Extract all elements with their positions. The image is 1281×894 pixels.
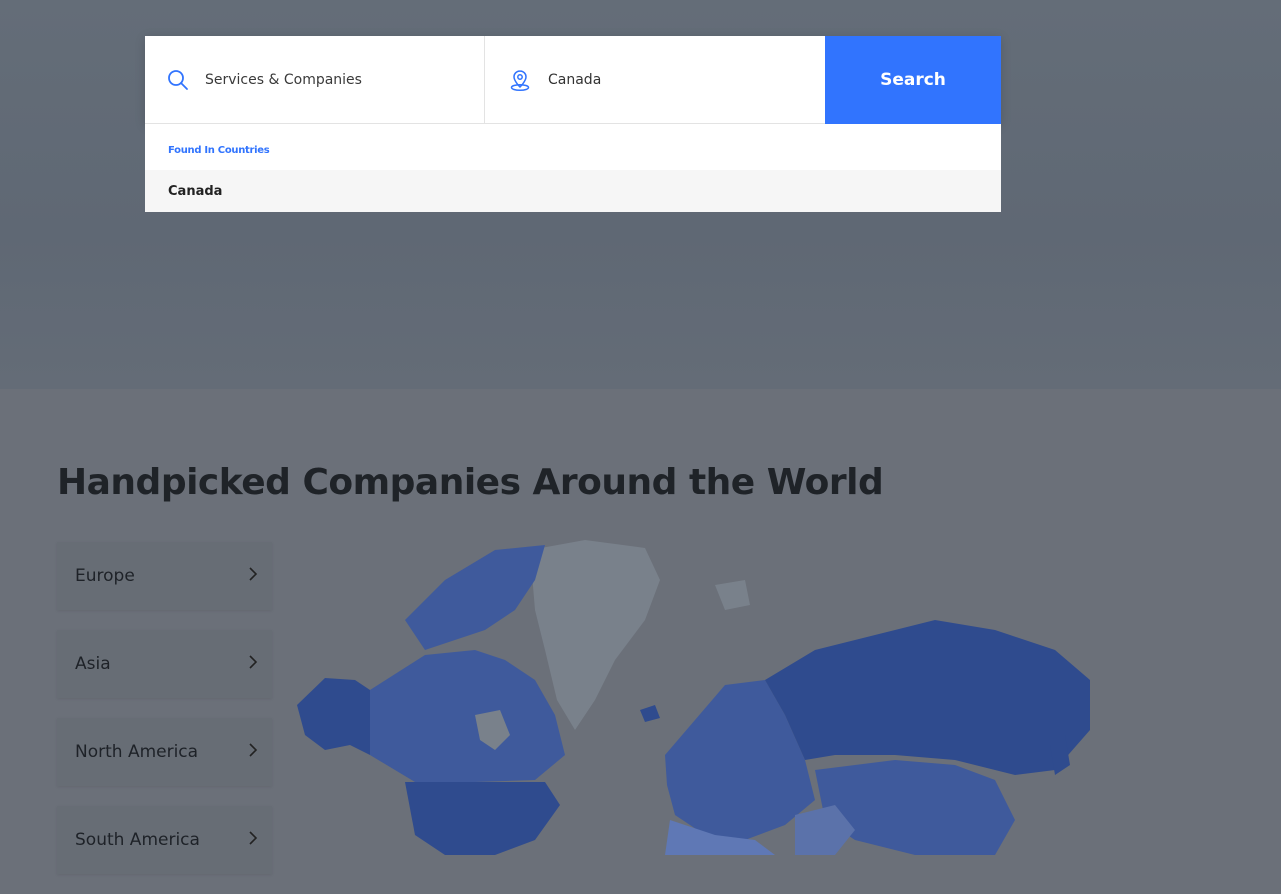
map-region-svalbard xyxy=(715,580,750,610)
services-input[interactable] xyxy=(203,70,447,89)
search-icon xyxy=(167,69,189,91)
section-heading: Handpicked Companies Around the World xyxy=(57,462,884,503)
map-region-russia xyxy=(765,620,1090,775)
chevron-right-icon xyxy=(248,743,258,761)
region-item-asia[interactable]: Asia xyxy=(57,630,272,698)
region-label: North America xyxy=(75,742,199,762)
chevron-right-icon xyxy=(248,655,258,673)
map-region-usa xyxy=(405,782,560,855)
search-bar: Search xyxy=(145,36,1001,124)
chevron-right-icon xyxy=(248,831,258,849)
world-map xyxy=(295,540,1090,855)
location-suggestions-dropdown: Found In Countries Canada xyxy=(145,124,1001,212)
region-item-south-america[interactable]: South America xyxy=(57,806,272,874)
region-label: South America xyxy=(75,830,200,850)
region-list: Europe Asia North America South America xyxy=(57,542,272,894)
region-item-europe[interactable]: Europe xyxy=(57,542,272,610)
region-label: Asia xyxy=(75,654,111,674)
location-pin-icon xyxy=(508,68,532,92)
region-label: Europe xyxy=(75,566,135,586)
chevron-right-icon xyxy=(248,567,258,585)
map-region-iceland xyxy=(640,705,660,722)
map-region-arctic-islands xyxy=(405,545,545,650)
suggestion-group-label: Found In Countries xyxy=(168,145,270,156)
location-field[interactable] xyxy=(485,36,825,124)
search-button[interactable]: Search xyxy=(825,36,1001,124)
region-item-north-america[interactable]: North America xyxy=(57,718,272,786)
map-region-canada xyxy=(370,650,565,782)
map-region-alaska xyxy=(297,678,370,755)
suggestion-option[interactable]: Canada xyxy=(145,170,1001,212)
map-region-greenland xyxy=(530,540,660,730)
location-input[interactable] xyxy=(546,70,790,89)
services-field[interactable] xyxy=(145,36,485,124)
